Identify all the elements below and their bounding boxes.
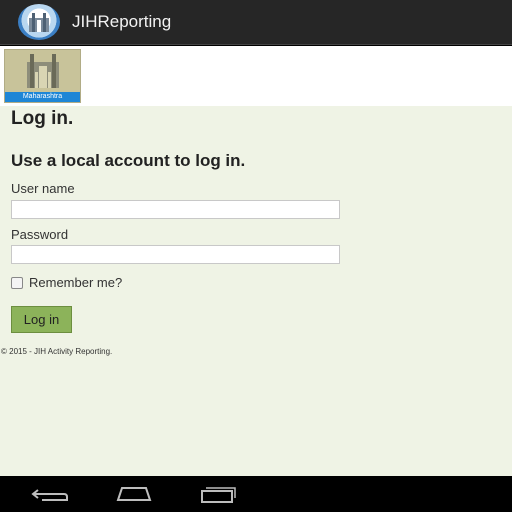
page-title: Log in.	[11, 108, 74, 129]
android-nav-bar	[0, 476, 512, 512]
site-logo[interactable]: Maharashtra	[4, 49, 81, 103]
password-label: Password	[11, 227, 69, 242]
login-subheading: Use a local account to log in.	[11, 151, 246, 170]
back-icon[interactable]	[30, 485, 70, 503]
home-icon[interactable]	[114, 485, 154, 503]
app-title-bar: JIHReporting	[0, 0, 512, 45]
recent-apps-icon[interactable]	[198, 485, 238, 503]
logo-region-label: Maharashtra	[5, 92, 80, 102]
remember-me-row[interactable]: Remember me?	[11, 275, 122, 290]
app-title: JIHReporting	[72, 12, 172, 31]
login-button[interactable]: Log in	[11, 306, 72, 333]
remember-me-checkbox[interactable]	[11, 276, 23, 289]
site-header: Maharashtra	[0, 46, 512, 106]
jih-logo-icon	[18, 4, 60, 40]
remember-me-label[interactable]: Remember me?	[29, 275, 122, 290]
footer-copyright: © 2015 - JIH Activity Reporting.	[1, 347, 113, 356]
username-field[interactable]	[11, 200, 340, 219]
password-field[interactable]	[11, 245, 340, 264]
page-content: Maharashtra Log in. Use a local account …	[0, 46, 512, 476]
username-label: User name	[11, 181, 75, 196]
